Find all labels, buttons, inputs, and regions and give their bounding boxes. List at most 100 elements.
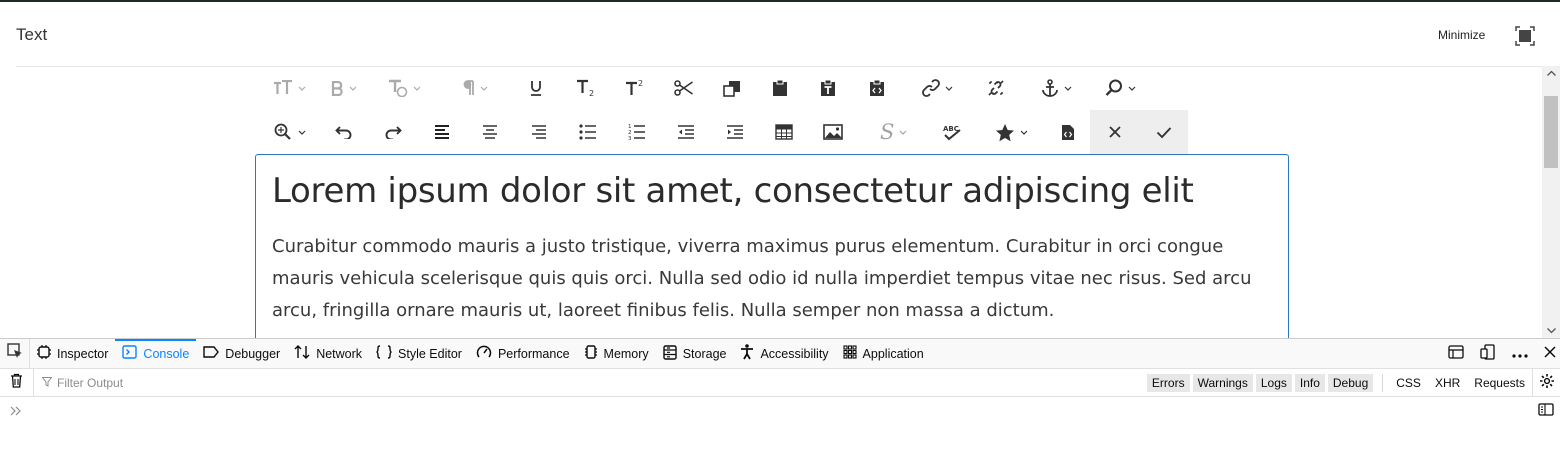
paste-code-icon	[869, 79, 885, 97]
filter-output-input[interactable]: Filter Output	[41, 376, 123, 390]
paragraph-button[interactable]	[440, 66, 510, 110]
scroll-up-arrow-icon[interactable]	[1542, 66, 1560, 80]
redo-button[interactable]	[368, 110, 418, 154]
filter-info[interactable]: Info	[1294, 374, 1325, 392]
tab-label: Accessibility	[760, 346, 829, 361]
font-size-button[interactable]	[258, 66, 320, 110]
tab-label: Memory	[603, 346, 649, 361]
element-picker-icon	[6, 343, 23, 364]
filter-errors[interactable]: Errors	[1146, 374, 1190, 392]
link-icon	[921, 79, 940, 97]
source-code-icon	[1061, 124, 1075, 141]
devtools-toolbar-right	[1448, 339, 1556, 369]
find-replace-button[interactable]	[258, 110, 320, 154]
element-picker-button[interactable]	[0, 338, 30, 369]
filter-warnings[interactable]: Warnings	[1192, 374, 1253, 392]
superscript-button[interactable]: 2	[610, 66, 660, 110]
rich-text-editor[interactable]: Lorem ipsum dolor sit amet, consectetur …	[255, 154, 1289, 338]
vertical-scrollbar[interactable]	[1542, 66, 1560, 338]
link-button[interactable]	[902, 66, 972, 110]
bold-button[interactable]	[320, 66, 368, 110]
scrollbar-thumb[interactable]	[1544, 96, 1558, 168]
spellcheck-icon: ABC	[942, 123, 962, 141]
align-center-button[interactable]	[466, 110, 514, 154]
tab-accessibility[interactable]: Accessibility	[733, 339, 835, 369]
outdent-button[interactable]	[662, 110, 710, 154]
console-filter-bar: Filter Output Errors Warnings Logs Info …	[0, 368, 1560, 397]
tab-console[interactable]: Console	[115, 338, 197, 369]
indent-button[interactable]	[710, 110, 760, 154]
table-icon	[775, 124, 793, 140]
tab-application[interactable]: Application	[836, 339, 931, 369]
confirm-button[interactable]	[1140, 110, 1188, 154]
filter-requests[interactable]: Requests	[1467, 374, 1532, 392]
svg-text:3: 3	[628, 136, 632, 141]
tab-debugger[interactable]: Debugger	[196, 339, 287, 369]
star-icon	[995, 123, 1015, 142]
paste-text-icon	[820, 79, 836, 97]
bullet-list-button[interactable]	[564, 110, 612, 154]
tab-label: Style Editor	[398, 346, 462, 361]
maximize-icon[interactable]	[1515, 26, 1535, 46]
responsive-layout-icon[interactable]	[1448, 344, 1464, 364]
unlink-icon	[987, 79, 1005, 97]
unlink-button[interactable]	[972, 66, 1020, 110]
application-icon	[842, 345, 857, 362]
chevron-down-icon	[298, 86, 306, 91]
undo-button[interactable]	[320, 110, 368, 154]
tab-storage[interactable]: Storage	[656, 339, 734, 369]
cancel-button[interactable]	[1090, 110, 1140, 154]
toggle-sidebar-button[interactable]	[1538, 403, 1554, 421]
clear-console-button[interactable]	[0, 368, 34, 397]
more-options-icon[interactable]	[1512, 345, 1528, 363]
close-devtools-icon[interactable]	[1544, 345, 1556, 363]
find-button[interactable]	[1092, 66, 1148, 110]
anchor-button[interactable]	[1020, 66, 1092, 110]
favorites-button[interactable]	[976, 110, 1046, 154]
filter-xhr[interactable]: XHR	[1428, 374, 1467, 392]
text-style-button[interactable]	[368, 66, 440, 110]
filter-css[interactable]: CSS	[1389, 374, 1428, 392]
filter-debug[interactable]: Debug	[1327, 374, 1374, 392]
find-replace-icon	[273, 123, 293, 141]
special-char-icon: S	[880, 122, 894, 142]
console-icon	[122, 345, 138, 362]
numbered-list-button[interactable]: 123	[612, 110, 662, 154]
tab-inspector[interactable]: Inspector	[30, 339, 115, 369]
paste-text-button[interactable]	[804, 66, 852, 110]
svg-text:2: 2	[638, 79, 643, 88]
cut-button[interactable]	[660, 66, 708, 110]
tab-memory[interactable]: Memory	[577, 339, 656, 369]
tab-style-editor[interactable]: Style Editor	[369, 339, 469, 369]
align-right-button[interactable]	[514, 110, 564, 154]
image-button[interactable]	[808, 110, 858, 154]
subscript-button[interactable]: 2	[562, 66, 610, 110]
filter-logs[interactable]: Logs	[1255, 374, 1292, 392]
scroll-down-arrow-icon[interactable]	[1542, 324, 1560, 338]
tab-performance[interactable]: Performance	[469, 339, 577, 369]
tab-network[interactable]: Network	[287, 339, 369, 369]
minimize-button[interactable]: Minimize	[1438, 28, 1485, 42]
console-input-prompt[interactable]	[10, 403, 22, 421]
tab-label: Inspector	[57, 346, 109, 361]
chevron-down-icon	[1020, 130, 1028, 135]
special-char-button[interactable]: S	[858, 110, 928, 154]
trash-icon	[10, 373, 23, 393]
debugger-icon	[203, 346, 220, 361]
devtools-panel: Inspector Console Debugger Network Style…	[0, 338, 1560, 469]
device-mode-icon[interactable]	[1480, 343, 1496, 365]
paste-code-button[interactable]	[852, 66, 902, 110]
table-button[interactable]	[760, 110, 808, 154]
chevron-down-icon	[1128, 86, 1136, 91]
console-settings-button[interactable]	[1532, 369, 1560, 397]
storage-icon	[662, 344, 677, 363]
source-code-button[interactable]	[1046, 110, 1090, 154]
underline-button[interactable]	[510, 66, 562, 110]
bullet-list-icon	[579, 124, 597, 140]
spellcheck-button[interactable]: ABC	[928, 110, 976, 154]
tab-label: Console	[143, 346, 190, 361]
align-left-button[interactable]	[418, 110, 466, 154]
paste-button[interactable]	[756, 66, 804, 110]
copy-button[interactable]	[708, 66, 756, 110]
bold-icon	[331, 80, 344, 96]
